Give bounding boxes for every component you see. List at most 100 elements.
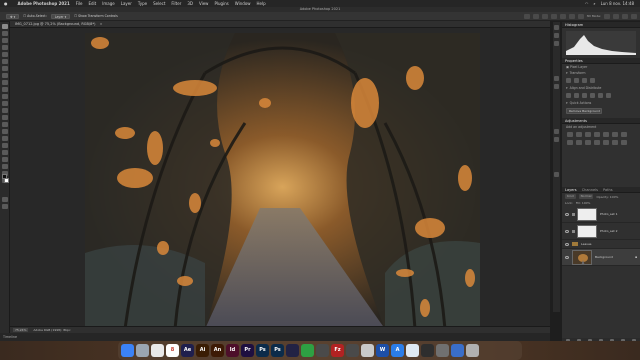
- align-top-icon[interactable]: [590, 93, 595, 98]
- more-icon[interactable]: [577, 13, 584, 19]
- align-middle-icon[interactable]: [598, 93, 603, 98]
- menu-edit[interactable]: Edit: [88, 1, 96, 6]
- align-center-icon[interactable]: [532, 13, 539, 19]
- bw-icon[interactable]: [567, 140, 573, 145]
- layer-name[interactable]: Photo_set 1: [600, 212, 618, 216]
- dock-app-finder-icon[interactable]: [121, 344, 134, 357]
- align-middle-icon[interactable]: [559, 13, 566, 19]
- zoom-level[interactable]: 75,24%: [13, 328, 29, 332]
- menu-type[interactable]: Type: [138, 1, 147, 6]
- 3d-pan-icon[interactable]: [622, 13, 628, 19]
- properties-tab[interactable]: Properties: [565, 59, 583, 63]
- brush-tool-icon[interactable]: [1, 87, 8, 92]
- menu-window[interactable]: Window: [235, 1, 251, 6]
- pen-tool-icon[interactable]: [1, 136, 8, 141]
- gradient-tool-icon[interactable]: [1, 115, 8, 120]
- visibility-eye-icon[interactable]: [565, 255, 569, 259]
- menu-select[interactable]: Select: [153, 1, 165, 6]
- history-brush-tool-icon[interactable]: [1, 101, 8, 106]
- blur-tool-icon[interactable]: [1, 122, 8, 127]
- align-right-icon[interactable]: [582, 93, 587, 98]
- adjustments-panel-header[interactable]: Adjustments: [562, 118, 640, 124]
- close-document-icon[interactable]: ×: [100, 22, 103, 26]
- dock-app-photoshop-beta-icon[interactable]: Ps: [256, 344, 269, 357]
- align-bottom-icon[interactable]: [606, 93, 611, 98]
- dock-app-chrome-icon[interactable]: [151, 344, 164, 357]
- dock-app-premiere-icon[interactable]: Pr: [241, 344, 254, 357]
- dock-app-filezilla-icon[interactable]: Fz: [331, 344, 344, 357]
- visibility-eye-icon[interactable]: [565, 242, 569, 246]
- move-tool-preset[interactable]: ✥ ▾: [6, 13, 20, 19]
- color-lookup-icon[interactable]: [594, 140, 600, 145]
- clone-stamp-tool-icon[interactable]: [1, 94, 8, 99]
- menu-layer[interactable]: Layer: [121, 1, 132, 6]
- align-right-icon[interactable]: [541, 13, 548, 19]
- layer-name[interactable]: Background: [595, 255, 613, 259]
- eyedropper-tool-icon[interactable]: [1, 73, 8, 78]
- path-select-tool-icon[interactable]: [1, 150, 8, 155]
- color-icon[interactable]: [554, 33, 559, 38]
- y-field[interactable]: [590, 78, 595, 83]
- history-icon[interactable]: [554, 25, 559, 30]
- layer-name[interactable]: Photo_set 2: [600, 229, 618, 233]
- 3d-roll-icon[interactable]: [613, 13, 619, 19]
- brightness-icon[interactable]: [567, 132, 573, 137]
- height-field[interactable]: [574, 78, 579, 83]
- align-center-icon[interactable]: [574, 93, 579, 98]
- layer-name[interactable]: Leaves: [581, 242, 592, 246]
- align-top-icon[interactable]: [550, 13, 557, 19]
- dock-app-lightroom-icon[interactable]: [286, 344, 299, 357]
- auto-select-dropdown[interactable]: Layer ▾: [50, 13, 71, 19]
- shape-tool-icon[interactable]: [1, 157, 8, 162]
- dock-app-trash-icon[interactable]: [466, 344, 479, 357]
- menu-view[interactable]: View: [199, 1, 209, 6]
- paths-tab[interactable]: Paths: [603, 188, 613, 192]
- frame-tool-icon[interactable]: [1, 66, 8, 71]
- quick-select-tool-icon[interactable]: [1, 52, 8, 57]
- curves-icon[interactable]: [585, 132, 591, 137]
- invert-icon[interactable]: [603, 140, 609, 145]
- layer-mask-thumbnail[interactable]: [577, 207, 597, 221]
- quick-mask-icon[interactable]: [1, 197, 8, 202]
- align-left-icon[interactable]: [566, 93, 571, 98]
- document-info[interactable]: Adobe RGB (1998): 8bpc: [33, 328, 70, 332]
- layer-row[interactable]: Photo_set 1: [562, 206, 640, 223]
- kind-filter-dropdown[interactable]: Kind: [565, 194, 576, 199]
- timeline-panel-tab[interactable]: Timeline: [0, 333, 550, 341]
- dock-app-word-icon[interactable]: W: [376, 344, 389, 357]
- histogram-tab[interactable]: Histogram: [565, 23, 583, 27]
- canvas-area[interactable]: [10, 28, 550, 333]
- paragraph-icon[interactable]: [554, 137, 559, 142]
- menu-file[interactable]: File: [76, 1, 83, 6]
- dock-app-photoshop-icon[interactable]: Ps: [271, 344, 284, 357]
- layer-row[interactable]: Background ▪: [562, 249, 640, 266]
- crop-tool-icon[interactable]: [1, 59, 8, 64]
- photo-filter-icon[interactable]: [576, 140, 582, 145]
- document-tab[interactable]: IMG_0712.jpg @ 75,2% (Background, RGB/8*…: [10, 21, 550, 28]
- dock-app-settings-icon[interactable]: [436, 344, 449, 357]
- dock-app-app-store-icon[interactable]: A: [391, 344, 404, 357]
- menu-filter[interactable]: Filter: [171, 1, 181, 6]
- show-transform-checkbox[interactable]: ☐ Show Transform Controls: [74, 14, 118, 18]
- width-field[interactable]: [566, 78, 571, 83]
- clock[interactable]: Lun 8 nov. 14:48: [601, 1, 634, 6]
- dock-app-finder-2-icon[interactable]: [421, 344, 434, 357]
- menu-help[interactable]: Help: [257, 1, 266, 6]
- move-tool-icon[interactable]: [1, 24, 8, 29]
- visibility-eye-icon[interactable]: [565, 229, 569, 233]
- dock-app-messages-icon[interactable]: [346, 344, 359, 357]
- levels-icon[interactable]: [576, 132, 582, 137]
- channels-tab[interactable]: Channels: [582, 188, 598, 192]
- layer-thumbnail[interactable]: [572, 249, 592, 265]
- swatches-icon[interactable]: [554, 41, 559, 46]
- posterize-icon[interactable]: [612, 140, 618, 145]
- vibrance-icon[interactable]: [603, 132, 609, 137]
- menu-image[interactable]: Image: [102, 1, 115, 6]
- dock-app-preview-icon[interactable]: [361, 344, 374, 357]
- dock-app-indesign-icon[interactable]: Id: [226, 344, 239, 357]
- layer-row[interactable]: Leaves: [562, 240, 640, 249]
- properties-panel-header[interactable]: Properties: [562, 58, 640, 64]
- dock-app-illustrator-icon[interactable]: Ai: [196, 344, 209, 357]
- threshold-icon[interactable]: [621, 140, 627, 145]
- dock-app-after-effects-icon[interactable]: Ae: [181, 344, 194, 357]
